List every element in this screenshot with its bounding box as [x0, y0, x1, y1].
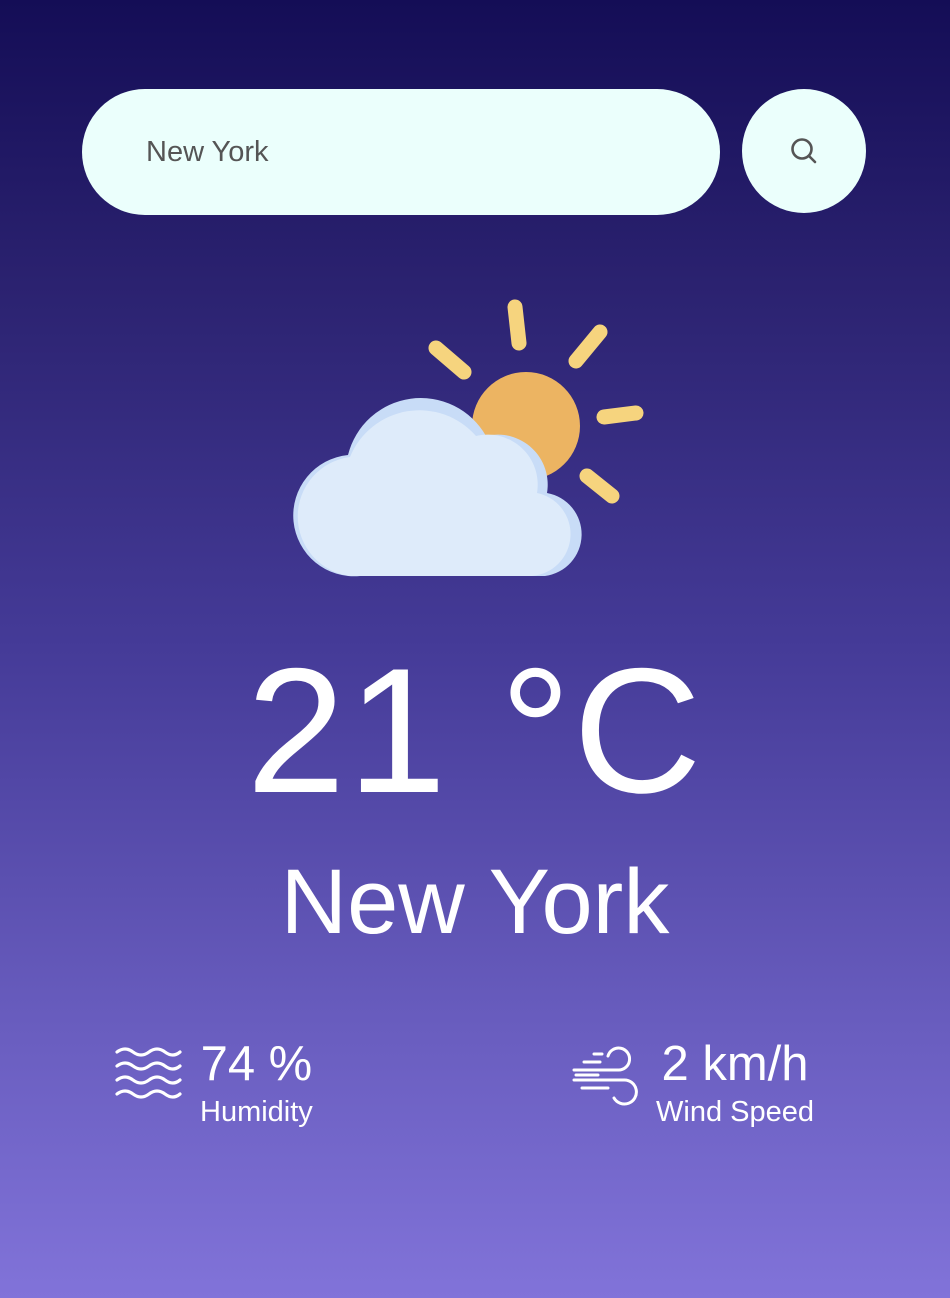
search-button[interactable]	[742, 89, 866, 213]
humidity-stat: 74 % Humidity	[114, 1036, 313, 1130]
wind-speed-label: Wind Speed	[656, 1096, 814, 1128]
search-icon	[791, 138, 817, 164]
wind-stat: 2 km/h Wind Speed	[570, 1036, 814, 1130]
search-input[interactable]	[82, 89, 720, 215]
wind-speed-value: 2 km/h	[661, 1037, 809, 1091]
partly-cloudy-icon	[293, 299, 644, 577]
temperature: 21 °C	[246, 631, 704, 830]
humidity-value: 74 %	[200, 1037, 313, 1091]
search-bar	[82, 89, 720, 215]
weather-card: 21 °C New York 74 % Humidity	[0, 0, 950, 1298]
wind-icon	[572, 1046, 638, 1106]
humidity-waves-icon	[115, 1047, 182, 1099]
humidity-label: Humidity	[200, 1096, 313, 1128]
city-name: New York	[280, 851, 670, 953]
